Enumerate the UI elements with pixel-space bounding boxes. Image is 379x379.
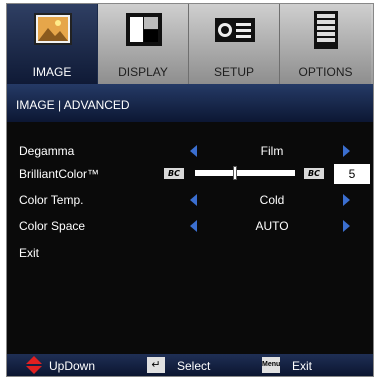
osd-menu: IMAGE DISPLAY SETUP OPTIONS IMAGE | ADVA… bbox=[6, 3, 374, 377]
bc-max-icon: BC bbox=[304, 168, 324, 179]
tab-options-label: OPTIONS bbox=[298, 65, 353, 79]
footer-bar: UpDown ↵ Select Menu Exit bbox=[7, 354, 373, 376]
degamma-value: Film bbox=[260, 144, 284, 158]
arrow-left-icon[interactable] bbox=[190, 194, 197, 206]
color-temp-label: Color Temp. bbox=[19, 193, 84, 207]
menu-row-exit[interactable]: Exit bbox=[7, 242, 373, 264]
tab-image-label: IMAGE bbox=[32, 65, 72, 79]
menu-row-color-temp[interactable]: Color Temp. Cold bbox=[7, 189, 373, 211]
brilliantcolor-label: BrilliantColor™ bbox=[19, 167, 100, 181]
brilliantcolor-slider[interactable] bbox=[195, 166, 295, 180]
bc-min-icon: BC bbox=[164, 168, 184, 179]
tab-bar: IMAGE DISPLAY SETUP OPTIONS bbox=[7, 4, 373, 84]
arrow-right-icon[interactable] bbox=[343, 145, 350, 157]
options-icon bbox=[314, 11, 338, 49]
section-title: IMAGE | ADVANCED bbox=[7, 84, 373, 122]
tab-options[interactable]: OPTIONS bbox=[280, 4, 371, 84]
arrow-right-icon[interactable] bbox=[343, 194, 350, 206]
slider-thumb[interactable] bbox=[233, 166, 237, 180]
display-icon bbox=[126, 13, 162, 46]
arrow-left-icon[interactable] bbox=[190, 220, 197, 232]
menu-key-icon: Menu bbox=[262, 357, 280, 373]
tab-setup-label: SETUP bbox=[213, 65, 254, 79]
tab-setup[interactable]: SETUP bbox=[189, 4, 280, 84]
brilliantcolor-value: 5 bbox=[334, 164, 370, 184]
footer-updown-label: UpDown bbox=[49, 359, 96, 373]
color-space-label: Color Space bbox=[19, 219, 86, 233]
updown-arrow-icon bbox=[26, 356, 42, 374]
footer-exit-label: Exit bbox=[292, 359, 313, 373]
color-space-value: AUTO bbox=[255, 219, 289, 233]
exit-label: Exit bbox=[19, 246, 40, 260]
enter-key-icon: ↵ bbox=[147, 357, 165, 373]
arrow-right-icon[interactable] bbox=[343, 220, 350, 232]
menu-row-brilliantcolor[interactable]: BrilliantColor™ BC BC 5 bbox=[7, 163, 373, 185]
footer-select-label: Select bbox=[177, 359, 211, 373]
arrow-left-icon[interactable] bbox=[190, 145, 197, 157]
tab-display[interactable]: DISPLAY bbox=[98, 4, 189, 84]
setup-icon bbox=[215, 18, 255, 42]
tab-image[interactable]: IMAGE bbox=[7, 4, 98, 84]
menu-row-color-space[interactable]: Color Space AUTO bbox=[7, 215, 373, 237]
image-icon bbox=[34, 13, 72, 45]
tab-display-label: DISPLAY bbox=[118, 65, 168, 79]
color-temp-value: Cold bbox=[259, 193, 285, 207]
menu-row-degamma[interactable]: Degamma Film bbox=[7, 140, 373, 162]
degamma-label: Degamma bbox=[19, 144, 75, 158]
